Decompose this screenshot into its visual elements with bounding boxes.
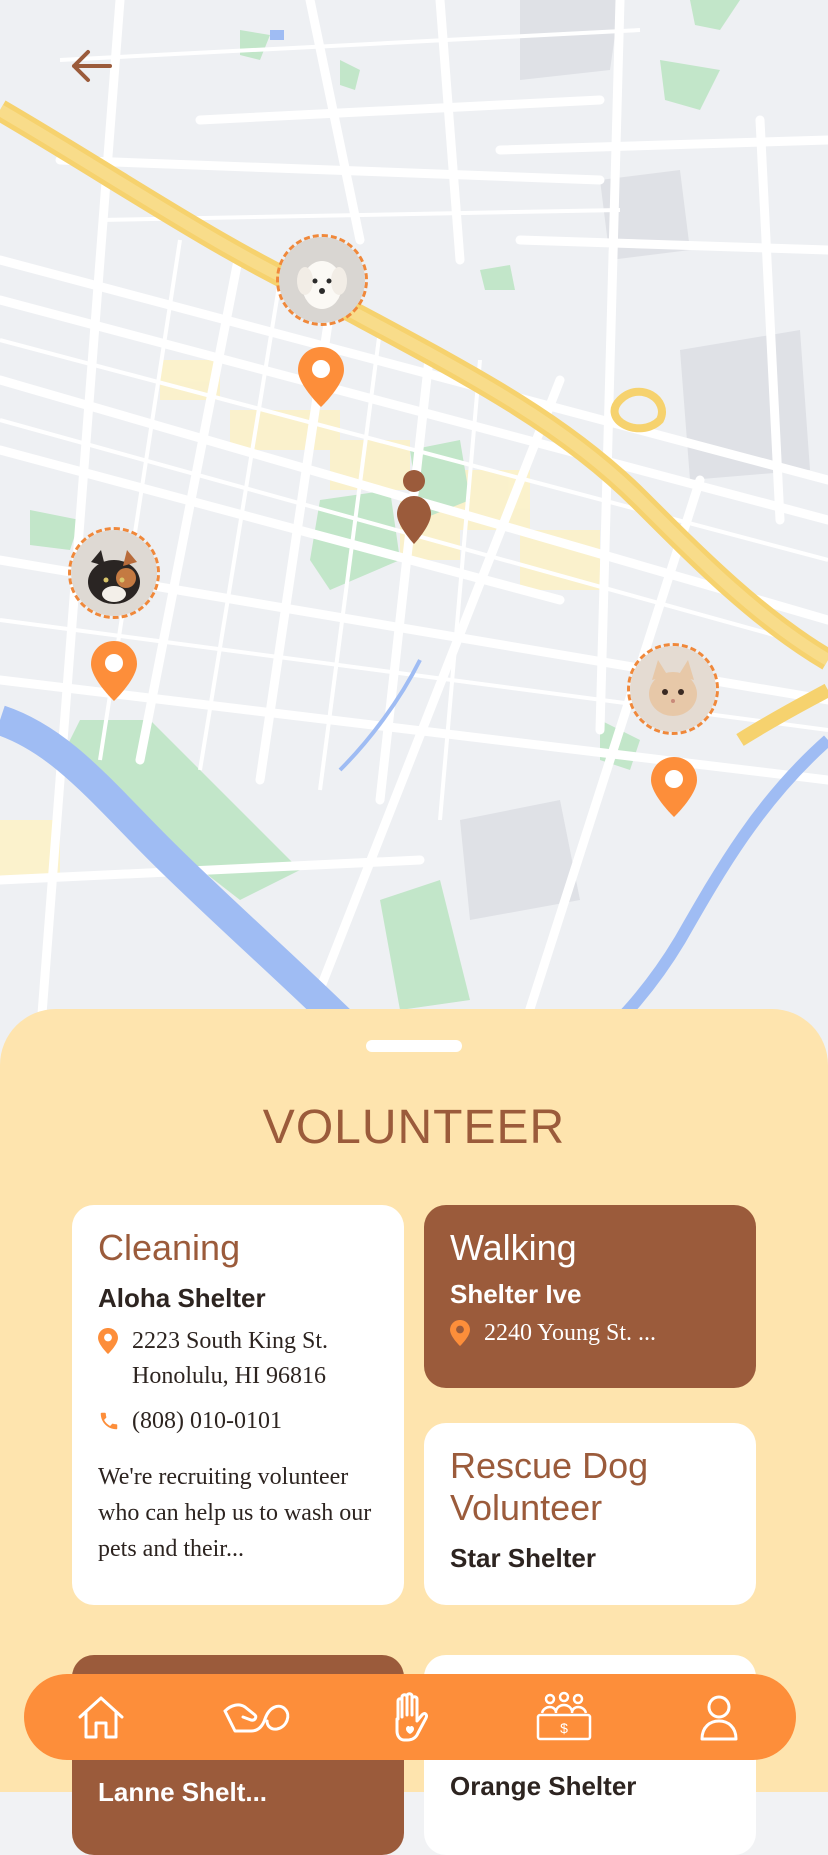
cat-photo [71, 530, 157, 616]
volunteer-card-cleaning[interactable]: Cleaning Aloha Shelter 2223 South King S… [72, 1205, 404, 1605]
home-icon [78, 1696, 124, 1739]
hand-leash-icon [223, 1703, 289, 1733]
svg-text:$: $ [560, 1720, 568, 1736]
shelter-name: Orange Shelter [450, 1771, 637, 1801]
page-title: VOLUNTEER [262, 1101, 566, 1154]
nav-donate[interactable]: $ [529, 1682, 599, 1752]
card-title: Cleaning [98, 1227, 241, 1268]
shelter-name: Lanne Shelt... [98, 1777, 268, 1807]
card-description: We're recruiting volunteer who can help … [98, 1464, 372, 1562]
pet-marker-dog[interactable] [276, 234, 368, 326]
bottom-navigation: $ [24, 1674, 796, 1760]
address: 2240 Young St. ... [484, 1320, 657, 1346]
arrow-left-icon [70, 48, 114, 89]
phone-number: (808) 010-0101 [132, 1408, 282, 1434]
location-pin-icon [98, 1324, 120, 1365]
back-button[interactable] [64, 40, 120, 96]
location-pin-icon[interactable] [298, 347, 344, 407]
address-line1: 2223 South King St. [132, 1328, 329, 1354]
shelter-name: Star Shelter [450, 1543, 596, 1573]
location-pin-icon[interactable] [91, 641, 137, 701]
address-line2: Honolulu, HI 96816 [132, 1363, 326, 1389]
kitten-photo [630, 646, 716, 732]
volunteer-card-rescue-dog[interactable]: Rescue Dog Volunteer Star Shelter [424, 1423, 756, 1605]
nav-home[interactable] [66, 1682, 136, 1752]
location-pin-icon [450, 1316, 472, 1357]
pet-marker-orange-cat[interactable] [627, 643, 719, 735]
shelter-name: Shelter Ive [450, 1279, 582, 1309]
dog-photo [279, 237, 365, 323]
pet-marker-calico-cat[interactable] [68, 527, 160, 619]
nav-adopt[interactable] [221, 1682, 291, 1752]
address-row: 2223 South King St. Honolulu, HI 96816 [98, 1324, 378, 1394]
volunteer-card-walking[interactable]: Walking Shelter Ive 2240 Young St. ... [424, 1205, 756, 1388]
phone-row[interactable]: (808) 010-0101 [98, 1404, 378, 1445]
phone-icon [98, 1404, 120, 1445]
user-location-icon [397, 470, 431, 544]
card-title: Walking [450, 1227, 577, 1268]
donation-icon: $ [537, 1691, 592, 1741]
sheet-drag-handle[interactable] [366, 1040, 462, 1052]
shelter-name: Aloha Shelter [98, 1283, 266, 1313]
address-row: 2240 Young St. ... [450, 1316, 730, 1357]
raise-hand-icon [395, 1692, 428, 1742]
location-pin-icon[interactable] [651, 757, 697, 817]
profile-icon [700, 1695, 738, 1741]
nav-volunteer[interactable] [375, 1682, 445, 1752]
card-title: Rescue Dog Volunteer [450, 1445, 649, 1528]
nav-profile[interactable] [684, 1682, 754, 1752]
